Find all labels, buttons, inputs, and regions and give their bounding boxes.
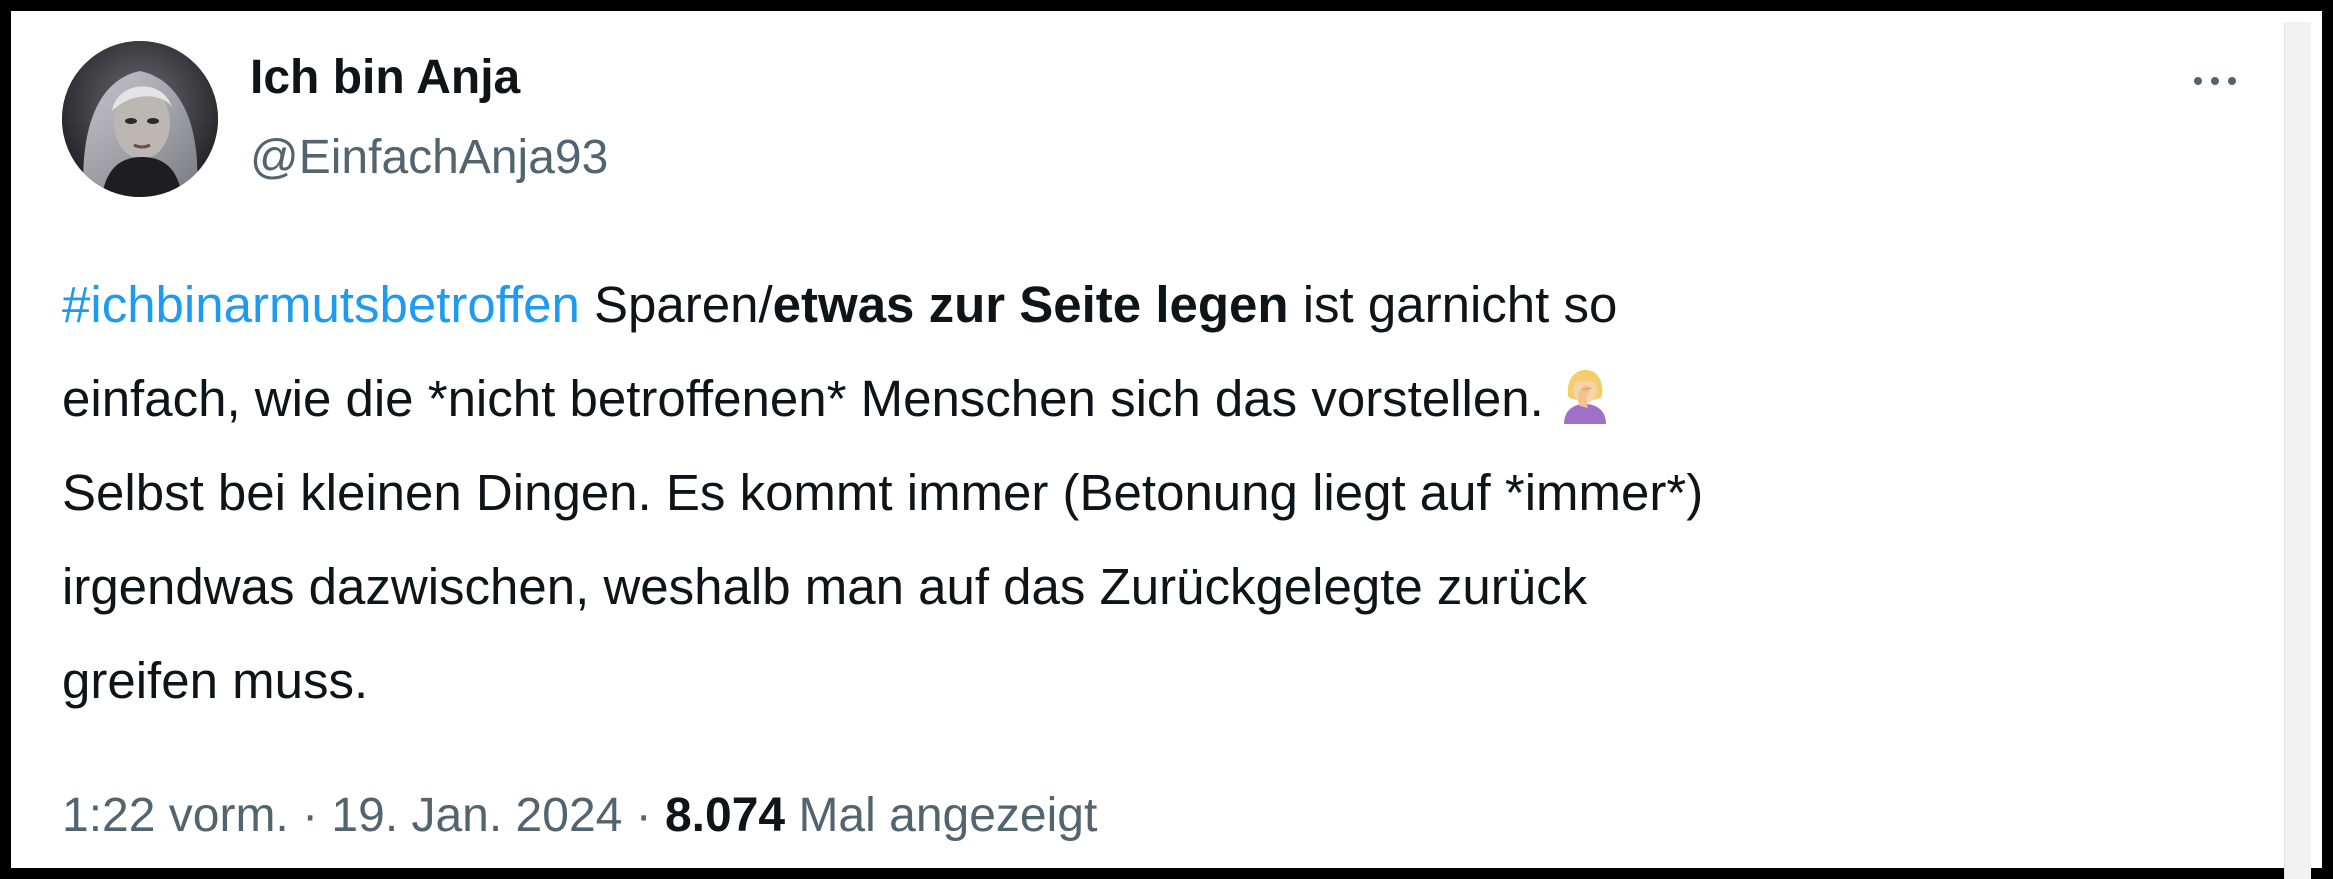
woman-facepalming-emoji-icon <box>1558 360 1612 454</box>
tweet-line-3: Selbst bei kleinen Dingen. Es kommt imme… <box>62 464 1704 521</box>
tweet-date[interactable]: 19. Jan. 2024 <box>331 789 622 842</box>
tweet-line-4: irgendwas dazwischen, weshalb man auf da… <box>62 558 1588 615</box>
tweet-bold-text: etwas zur Seite legen <box>772 276 1289 333</box>
meta-separator: · <box>622 789 665 842</box>
author-display-name[interactable]: Ich bin Anja <box>250 49 520 107</box>
meta-separator: · <box>288 789 332 842</box>
tweet-line-2: einfach, wie die *nicht betroffenen* Men… <box>62 352 2212 446</box>
tweet-text: #ichbinarmutsbetroffen Sparen/etwas zur … <box>62 258 2212 728</box>
tweet-text-segment: einfach, wie die *nicht betroffenen* Men… <box>62 370 1544 427</box>
tweet-time[interactable]: 1:22 vorm. <box>62 789 289 842</box>
views-label: Mal angezeigt <box>785 789 1098 842</box>
author-avatar[interactable] <box>62 41 218 197</box>
more-options-button[interactable] <box>2179 59 2251 103</box>
more-horizontal-icon <box>2194 77 2236 85</box>
tweet-line-5: greifen muss. <box>62 652 369 709</box>
views-count: 8.074 <box>664 789 786 842</box>
screenshot-frame: Ich bin Anja @EinfachAnja93 #ichbinarmut… <box>0 0 2333 879</box>
avatar-image <box>62 41 218 197</box>
tweet-text-segment: Sparen/ <box>579 276 773 333</box>
hashtag-link[interactable]: #ichbinarmutsbetroffen <box>62 276 580 333</box>
tweet-line-1: #ichbinarmutsbetroffen Sparen/etwas zur … <box>62 258 2212 352</box>
scrollbar[interactable] <box>2284 22 2311 879</box>
tweet-metadata: 1:22 vorm. · 19. Jan. 2024 · 8.074 Mal a… <box>62 787 1097 845</box>
author-handle[interactable]: @EinfachAnja93 <box>250 129 608 187</box>
tweet-text-segment: ist garnicht so <box>1288 276 1618 333</box>
